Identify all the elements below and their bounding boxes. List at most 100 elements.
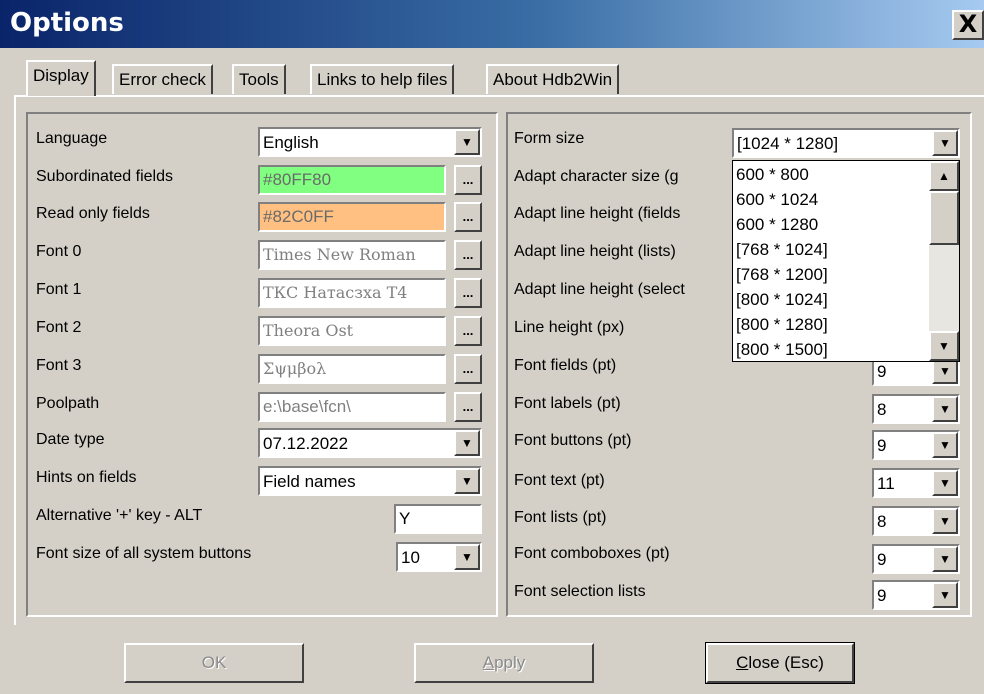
dropdown-option[interactable]: [800 * 1500] bbox=[736, 338, 828, 362]
dropdown-option[interactable]: 600 * 800 bbox=[736, 163, 809, 187]
language-value: English bbox=[263, 133, 319, 152]
subordinated-fields-color[interactable]: #80FF80 bbox=[258, 165, 446, 195]
adapt-line-height-lists-label: Adapt line height (lists) bbox=[514, 243, 676, 260]
font3-browse-button[interactable]: ... bbox=[454, 354, 482, 384]
read-only-fields-browse-button[interactable]: ... bbox=[454, 202, 482, 232]
tab-links-help[interactable]: Links to help files bbox=[310, 64, 455, 94]
font-labels-value: 8 bbox=[877, 400, 887, 419]
poolpath-field[interactable]: e:\base\fcn\ bbox=[258, 392, 446, 422]
scrollbar-thumb[interactable] bbox=[929, 191, 959, 245]
font-buttons-select[interactable]: 9 ▼ bbox=[872, 430, 960, 460]
read-only-fields-label: Read only fields bbox=[36, 205, 150, 222]
window-title: Options bbox=[10, 8, 124, 38]
chevron-down-icon[interactable]: ▼ bbox=[932, 396, 958, 422]
chevron-down-icon[interactable]: ▼ bbox=[454, 468, 480, 494]
adapt-line-height-fields-label: Adapt line height (fields bbox=[514, 205, 681, 222]
close-label: lose (Esc) bbox=[748, 653, 824, 672]
line-height-label: Line height (px) bbox=[514, 319, 625, 336]
chevron-down-icon[interactable]: ▼ bbox=[932, 470, 958, 496]
font2-field[interactable]: Theora Ost bbox=[258, 316, 446, 346]
font2-browse-button[interactable]: ... bbox=[454, 316, 482, 346]
font-selection-lists-select[interactable]: 9 ▼ bbox=[872, 580, 960, 610]
font-text-value: 11 bbox=[877, 474, 895, 493]
font-labels-label: Font labels (pt) bbox=[514, 395, 621, 412]
dropdown-option[interactable]: [768 * 1024] bbox=[736, 238, 828, 262]
chevron-up-icon[interactable]: ▲ bbox=[929, 161, 959, 191]
tab-error-check[interactable]: Error check bbox=[112, 64, 213, 94]
font-comboboxes-select[interactable]: 9 ▼ bbox=[872, 544, 960, 574]
chevron-down-icon[interactable]: ▼ bbox=[454, 430, 480, 456]
read-only-fields-color[interactable]: #82C0FF bbox=[258, 202, 446, 232]
form-size-select[interactable]: [1024 * 1280] ▼ bbox=[732, 128, 960, 158]
close-window-button[interactable]: X bbox=[952, 10, 984, 40]
chevron-down-icon[interactable]: ▼ bbox=[932, 130, 958, 156]
font2-label: Font 2 bbox=[36, 319, 82, 336]
subordinated-fields-browse-button[interactable]: ... bbox=[454, 165, 482, 195]
form-size-value: [1024 * 1280] bbox=[737, 134, 839, 153]
apply-label: pply bbox=[494, 653, 526, 672]
font-lists-label: Font lists (pt) bbox=[514, 509, 607, 526]
font0-label: Font 0 bbox=[36, 243, 82, 260]
dropdown-option[interactable]: [800 * 1280] bbox=[736, 313, 828, 337]
close-button[interactable]: Close (Esc) bbox=[705, 642, 855, 684]
form-size-label: Form size bbox=[514, 130, 585, 147]
ok-button[interactable]: OK bbox=[124, 643, 304, 683]
font-comboboxes-label: Font comboboxes (pt) bbox=[514, 545, 670, 562]
tab-tools[interactable]: Tools bbox=[232, 64, 286, 94]
chevron-down-icon[interactable]: ▼ bbox=[932, 582, 958, 608]
chevron-down-icon[interactable]: ▼ bbox=[929, 331, 959, 361]
dropdown-option[interactable]: [768 * 1200] bbox=[736, 263, 828, 287]
subordinated-fields-label: Subordinated fields bbox=[36, 168, 173, 185]
title-bar bbox=[0, 0, 984, 48]
form-size-dropdown-list[interactable]: 600 * 800 600 * 1024 600 * 1280 [768 * 1… bbox=[732, 160, 960, 362]
dropdown-option[interactable]: 600 * 1280 bbox=[736, 213, 818, 237]
font-fields-label: Font fields (pt) bbox=[514, 357, 617, 374]
chevron-down-icon[interactable]: ▼ bbox=[932, 546, 958, 572]
dropdown-option[interactable]: 600 * 1024 bbox=[736, 188, 818, 212]
font0-browse-button[interactable]: ... bbox=[454, 240, 482, 270]
font-lists-select[interactable]: 8 ▼ bbox=[872, 506, 960, 536]
system-buttons-font-value: 10 bbox=[401, 548, 420, 567]
hints-on-fields-label: Hints on fields bbox=[36, 469, 137, 486]
dropdown-option[interactable]: [800 * 1024] bbox=[736, 288, 828, 312]
chevron-down-icon[interactable]: ▼ bbox=[454, 544, 480, 570]
apply-accelerator: A bbox=[482, 653, 495, 672]
font-text-select[interactable]: 11 ▼ bbox=[872, 468, 960, 498]
chevron-down-icon[interactable]: ▼ bbox=[454, 129, 480, 155]
font-selection-lists-label: Font selection lists bbox=[514, 583, 646, 600]
tab-display[interactable]: Display bbox=[26, 60, 96, 96]
font3-label: Font 3 bbox=[36, 357, 82, 374]
font-buttons-value: 9 bbox=[877, 436, 887, 455]
font3-field[interactable]: Σψμβολ bbox=[258, 354, 446, 384]
language-select[interactable]: English ▼ bbox=[258, 127, 482, 157]
font1-field[interactable]: ТКС Натасзха Т4 bbox=[258, 278, 446, 308]
language-label: Language bbox=[36, 130, 108, 147]
apply-button[interactable]: Apply bbox=[414, 643, 594, 683]
font-labels-select[interactable]: 8 ▼ bbox=[872, 394, 960, 424]
font-buttons-label: Font buttons (pt) bbox=[514, 432, 632, 449]
system-buttons-font-label: Font size of all system buttons bbox=[36, 545, 252, 562]
font-selection-lists-value: 9 bbox=[877, 586, 887, 605]
font0-field[interactable]: Times New Roman bbox=[258, 240, 446, 270]
alt-key-label: Alternative '+' key - ALT bbox=[36, 507, 203, 524]
font-comboboxes-value: 9 bbox=[877, 550, 887, 569]
hints-on-fields-select[interactable]: Field names ▼ bbox=[258, 466, 482, 496]
poolpath-browse-button[interactable]: ... bbox=[454, 392, 482, 422]
date-type-value: 07.12.2022 bbox=[263, 434, 349, 453]
date-type-select[interactable]: 07.12.2022 ▼ bbox=[258, 428, 482, 458]
font1-browse-button[interactable]: ... bbox=[454, 278, 482, 308]
date-type-label: Date type bbox=[36, 431, 105, 448]
dropdown-scrollbar[interactable]: ▲ ▼ bbox=[929, 161, 959, 361]
system-buttons-font-select[interactable]: 10 ▼ bbox=[396, 542, 482, 572]
poolpath-label: Poolpath bbox=[36, 395, 100, 412]
close-accelerator: C bbox=[736, 653, 749, 672]
hints-on-fields-value: Field names bbox=[263, 472, 356, 491]
alt-key-field[interactable]: Y bbox=[394, 504, 482, 534]
tab-about[interactable]: About Hdb2Win bbox=[486, 64, 620, 94]
chevron-down-icon[interactable]: ▼ bbox=[932, 508, 958, 534]
adapt-line-height-select-label: Adapt line height (select bbox=[514, 281, 685, 298]
font-text-label: Font text (pt) bbox=[514, 472, 605, 489]
adapt-char-size-label: Adapt character size (g bbox=[514, 168, 679, 185]
chevron-down-icon[interactable]: ▼ bbox=[932, 432, 958, 458]
font1-label: Font 1 bbox=[36, 281, 82, 298]
